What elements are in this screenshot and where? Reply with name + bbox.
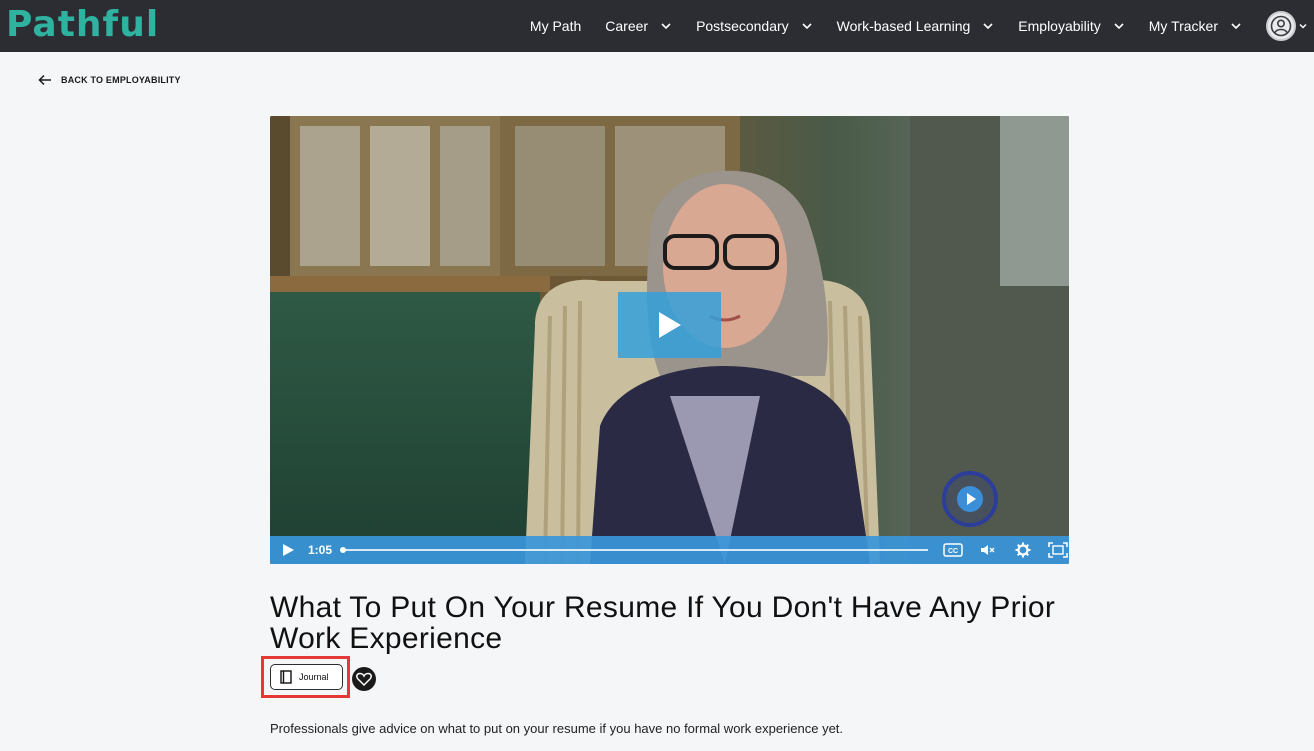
heart-icon bbox=[356, 672, 372, 686]
journal-label: Journal bbox=[299, 672, 329, 682]
top-navigation-bar: Pathful My Path Career Postsecondary Wor… bbox=[0, 0, 1314, 52]
nav-item-label: Work-based Learning bbox=[836, 18, 971, 34]
video-description: Professionals give advice on what to put… bbox=[270, 721, 844, 736]
nav-item-label: My Path bbox=[529, 18, 582, 34]
journal-button[interactable]: Journal bbox=[270, 664, 343, 690]
brand-badge-icon bbox=[942, 471, 998, 527]
play-button[interactable] bbox=[618, 292, 721, 358]
closed-captions-icon: CC bbox=[943, 543, 963, 557]
play-icon[interactable] bbox=[280, 542, 296, 558]
arrow-left-icon bbox=[38, 74, 51, 86]
progress-knob[interactable] bbox=[340, 547, 347, 553]
settings-icon bbox=[1015, 542, 1031, 558]
chevron-down-icon bbox=[1231, 23, 1241, 30]
chevron-down-icon bbox=[661, 23, 671, 30]
favorite-button[interactable] bbox=[352, 667, 376, 691]
nav-item-employability[interactable]: Employability bbox=[1018, 18, 1124, 34]
nav-item-label: Postsecondary bbox=[696, 18, 789, 34]
fullscreen-icon bbox=[1048, 542, 1068, 558]
chevron-down-icon bbox=[802, 23, 812, 30]
page-title: What To Put On Your Resume If You Don't … bbox=[270, 591, 1056, 655]
nav-item-label: Career bbox=[605, 18, 649, 34]
video-time: 1:05 bbox=[308, 543, 333, 557]
video-controls: 1:05 CC bbox=[270, 536, 1069, 564]
nav-item-postsecondary[interactable]: Postsecondary bbox=[696, 18, 813, 34]
chevron-down-icon bbox=[1114, 23, 1124, 30]
nav-item-my-tracker[interactable]: My Tracker bbox=[1149, 18, 1242, 34]
main-nav: My Path Career Postsecondary Work-based … bbox=[530, 0, 1314, 52]
chevron-down-icon bbox=[1299, 24, 1307, 29]
nav-item-my-path[interactable]: My Path bbox=[530, 18, 581, 34]
logo-text: Pathful bbox=[6, 4, 160, 45]
nav-item-career[interactable]: Career bbox=[605, 18, 672, 34]
video-progress-bar[interactable] bbox=[340, 547, 929, 553]
mute-icon bbox=[981, 545, 995, 555]
book-icon bbox=[280, 670, 292, 684]
settings-button[interactable] bbox=[1013, 542, 1033, 558]
nav-item-label: Employability bbox=[1018, 18, 1101, 34]
closed-captions-button[interactable]: CC bbox=[943, 542, 963, 558]
back-link-label: BACK TO EMPLOYABILITY bbox=[61, 75, 181, 85]
nav-item-work-based-learning[interactable]: Work-based Learning bbox=[837, 18, 995, 34]
mute-button[interactable] bbox=[978, 542, 998, 558]
video-player[interactable]: 1:05 CC bbox=[270, 116, 1069, 564]
pathful-logo[interactable]: Pathful bbox=[6, 2, 159, 48]
user-circle-icon bbox=[1270, 15, 1292, 37]
nav-item-label: My Tracker bbox=[1148, 18, 1218, 34]
fullscreen-button[interactable] bbox=[1048, 542, 1068, 558]
account-menu[interactable] bbox=[1266, 11, 1308, 41]
chevron-down-icon bbox=[983, 23, 993, 30]
avatar bbox=[1266, 11, 1296, 41]
back-to-employability-link[interactable]: BACK TO EMPLOYABILITY bbox=[38, 74, 181, 86]
play-icon bbox=[658, 312, 681, 338]
svg-text:CC: CC bbox=[948, 548, 958, 555]
